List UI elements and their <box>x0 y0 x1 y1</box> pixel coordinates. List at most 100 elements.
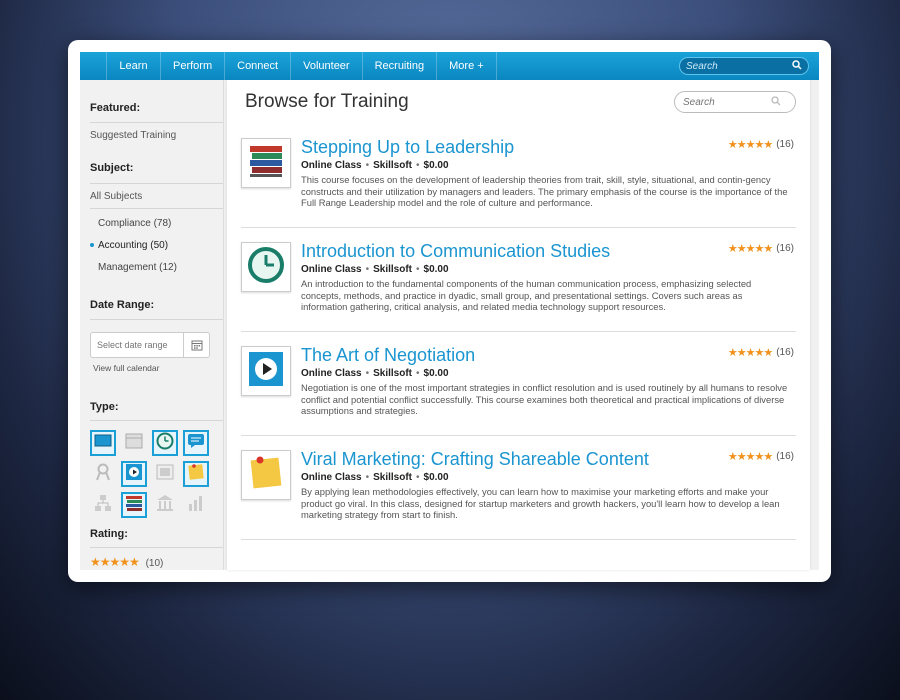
course-title[interactable]: The Art of Negotiation <box>301 344 791 366</box>
course-meta: Online Class • Skillsoft • $0.00 <box>301 264 449 275</box>
type-screen[interactable] <box>90 430 116 456</box>
star-rating: ★★★★★ <box>727 451 773 463</box>
date-range-input[interactable] <box>91 340 183 350</box>
app-window: Learn Perform Connect Volunteer Recruiti… <box>68 40 831 582</box>
course-rating: ★★★★★ (16) <box>728 138 794 151</box>
subject-accounting[interactable]: Accounting (50) <box>90 240 223 251</box>
course-title[interactable]: Stepping Up to Leadership <box>301 136 791 158</box>
calendar-icon[interactable] <box>183 333 209 357</box>
main-content: Browse for Training Search Stepping Up t… <box>224 80 819 570</box>
course-thumbnail[interactable] <box>241 138 291 188</box>
featured-heading: Featured: <box>90 102 141 114</box>
course-provider: Skillsoft <box>373 368 412 379</box>
type-institution[interactable] <box>152 492 178 518</box>
course-thumbnail[interactable] <box>241 346 291 396</box>
nav-perform[interactable]: Perform <box>161 52 226 80</box>
nav-connect[interactable]: Connect <box>225 52 292 80</box>
star-rating: ★★★★★ <box>727 243 773 255</box>
calendar-grid-icon <box>125 433 143 454</box>
star-rating: ★★★★★ <box>727 347 773 359</box>
type-sticky-note[interactable] <box>183 461 209 487</box>
monitor-icon <box>94 434 112 453</box>
type-chart[interactable] <box>183 492 209 518</box>
type-document[interactable] <box>152 461 178 487</box>
rating-heading: Rating: <box>90 528 128 540</box>
all-subjects-link[interactable]: All Subjects <box>90 191 223 202</box>
search-icon[interactable] <box>792 57 802 75</box>
sticky-note-icon <box>247 454 285 497</box>
nav-volunteer[interactable]: Volunteer <box>291 52 363 80</box>
course-thumbnail[interactable] <box>241 450 291 500</box>
page-title: Browse for Training <box>245 91 409 112</box>
type-calendar[interactable] <box>121 430 147 456</box>
rating-count: (16) <box>776 139 794 150</box>
subject-compliance[interactable]: Compliance (78) <box>90 218 223 229</box>
video-play-icon <box>247 350 285 393</box>
course-thumbnail[interactable] <box>241 242 291 292</box>
course-price: $0.00 <box>423 368 449 379</box>
course-description: By applying lean methodologies effective… <box>301 486 780 520</box>
type-heading: Type: <box>90 401 119 413</box>
course-rating: ★★★★★ (16) <box>728 450 794 463</box>
course-type: Online Class <box>301 368 362 379</box>
course-provider: Skillsoft <box>373 264 412 275</box>
rating-count: (16) <box>776 347 794 358</box>
type-ribbon[interactable] <box>90 461 116 487</box>
type-org-chart[interactable] <box>90 492 116 518</box>
top-nav: Learn Perform Connect Volunteer Recruiti… <box>80 52 819 80</box>
course-item[interactable]: Stepping Up to Leadership Online Class • S… <box>241 124 796 228</box>
course-item[interactable]: The Art of Negotiation Online Class • Skil… <box>241 332 796 436</box>
type-chat[interactable] <box>183 430 209 456</box>
chat-bubble-icon <box>187 433 205 454</box>
suggested-training-link[interactable]: Suggested Training <box>90 130 223 141</box>
window-reflection <box>68 582 831 700</box>
date-range-field <box>90 332 210 358</box>
org-chart-icon <box>94 494 112 517</box>
course-type: Online Class <box>301 472 362 483</box>
course-price: $0.00 <box>423 160 449 171</box>
books-icon <box>247 142 285 185</box>
books-icon <box>125 494 143 517</box>
course-title[interactable]: Introduction to Communication Studies <box>301 240 791 262</box>
nav-search-input[interactable] <box>686 60 786 72</box>
rating-filter[interactable]: ★★★★★ (10) <box>90 555 223 569</box>
nav-more[interactable]: More + <box>437 52 497 80</box>
clock-icon <box>156 432 174 455</box>
course-type: Online Class <box>301 264 362 275</box>
course-meta: Online Class • Skillsoft • $0.00 <box>301 472 449 483</box>
search-icon[interactable] <box>771 93 781 111</box>
course-price: $0.00 <box>423 472 449 483</box>
document-icon <box>156 464 174 485</box>
video-play-icon <box>125 463 143 486</box>
type-video[interactable] <box>121 461 147 487</box>
course-rating: ★★★★★ (16) <box>728 346 794 359</box>
date-range-heading: Date Range: <box>90 299 155 311</box>
star-rating: ★★★★★ <box>727 139 773 151</box>
course-meta: Online Class • Skillsoft • $0.00 <box>301 368 449 379</box>
type-books[interactable] <box>121 492 147 518</box>
subject-management[interactable]: Management (12) <box>90 262 223 273</box>
view-full-calendar-link[interactable]: View full calendar <box>90 363 223 373</box>
rating-count: (16) <box>776 451 794 462</box>
type-clock[interactable] <box>152 430 178 456</box>
filter-sidebar: Featured: Suggested Training Subject: Al… <box>80 80 224 570</box>
course-provider: Skillsoft <box>373 472 412 483</box>
rating-count: (16) <box>776 243 794 254</box>
rating-filter-count: (10) <box>145 558 164 569</box>
course-price: $0.00 <box>423 264 449 275</box>
type-filter-grid <box>90 430 223 518</box>
building-icon <box>156 494 174 517</box>
ribbon-icon <box>95 463 111 486</box>
course-title[interactable]: Viral Marketing: Crafting Shareable Cont… <box>301 448 791 470</box>
browse-panel: Browse for Training Search Stepping Up t… <box>227 80 810 570</box>
course-description: Negotiation is one of the most important… <box>301 382 788 416</box>
nav-learn[interactable]: Learn <box>106 52 161 80</box>
rating-stars: ★★★★★ <box>90 555 140 569</box>
main-search-input[interactable] <box>683 96 771 108</box>
course-item[interactable]: Introduction to Communication Studies On… <box>241 228 796 332</box>
course-meta: Online Class • Skillsoft • $0.00 <box>301 160 449 171</box>
course-description: This course focuses on the development o… <box>301 174 788 208</box>
nav-recruiting[interactable]: Recruiting <box>363 52 438 80</box>
course-item[interactable]: Viral Marketing: Crafting Shareable Cont… <box>241 436 796 540</box>
course-type: Online Class <box>301 160 362 171</box>
